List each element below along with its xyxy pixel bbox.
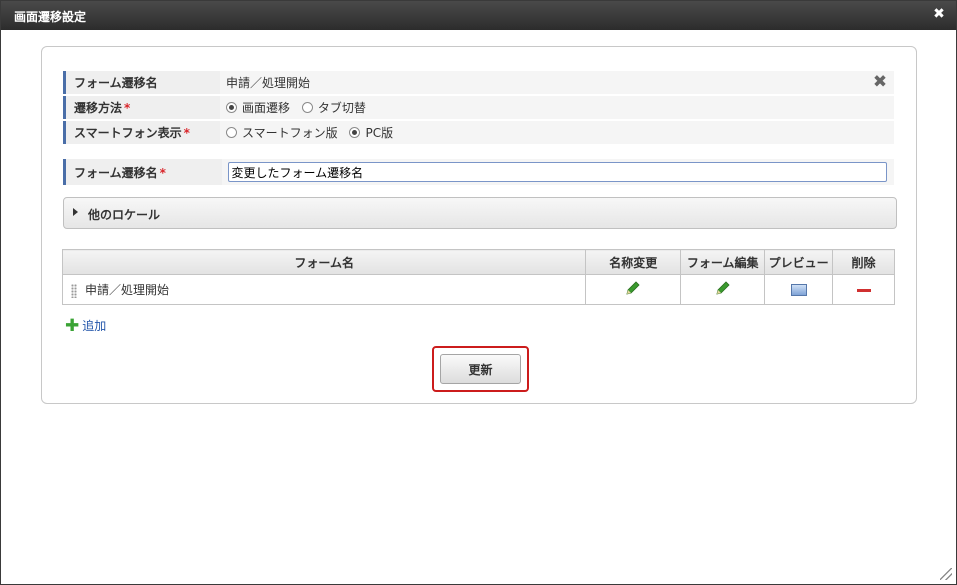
other-locale-toggle[interactable]: 他のロケール <box>63 197 897 229</box>
other-locale-label: 他のロケール <box>88 208 161 222</box>
rename-pencil-icon[interactable] <box>625 280 641 299</box>
transition-settings-dialog: 画面遷移設定 ✖ フォーム遷移名 申請／処理開始 ✖ 遷移方法 * 画面遷移 タブ… <box>0 0 957 585</box>
form-edit-cell <box>680 274 766 305</box>
method-label: 遷移方法 * <box>63 96 220 119</box>
plus-icon: ✚ <box>65 315 80 336</box>
name-field-label: フォーム遷移名 * <box>63 159 222 185</box>
table-row: 申請／処理開始 <box>61 274 895 305</box>
transition-name-row: フォーム遷移名 申請／処理開始 ✖ <box>63 71 894 94</box>
drag-handle-icon[interactable] <box>71 283 77 298</box>
dialog-titlebar: 画面遷移設定 ✖ <box>1 1 956 30</box>
radio-tab-switch[interactable]: タブ切替 <box>301 99 366 116</box>
radio-smartphone-version[interactable]: スマートフォン版 <box>226 124 338 141</box>
dialog-title: 画面遷移設定 <box>14 10 87 24</box>
caret-right-icon <box>73 208 78 216</box>
add-form-link[interactable]: ✚ 追加 <box>65 317 106 334</box>
rename-cell <box>585 274 682 305</box>
delete-minus-icon[interactable] <box>856 288 871 292</box>
preview-icon[interactable] <box>790 284 807 296</box>
radio-selected-icon <box>349 127 361 138</box>
preview-cell <box>764 274 834 305</box>
col-delete: 削除 <box>832 249 895 275</box>
transition-properties: フォーム遷移名 申請／処理開始 ✖ 遷移方法 * 画面遷移 タブ切替 スマートフォ… <box>63 69 894 146</box>
smartphone-label: スマートフォン表示 * <box>63 121 220 144</box>
transition-name-value: 申請／処理開始 <box>226 76 311 90</box>
form-table-header: フォーム名 名称変更 フォーム編集 プレビュー 削除 <box>61 249 895 275</box>
transition-name-label: フォーム遷移名 <box>63 71 220 94</box>
delete-cell <box>832 274 895 305</box>
col-form-edit: フォーム編集 <box>680 249 766 275</box>
form-list-table: フォーム名 名称変更 フォーム編集 プレビュー 削除 申請／処理開始 <box>61 249 895 305</box>
radio-selected-icon <box>226 102 237 113</box>
method-options: 画面遷移 タブ切替 <box>220 96 894 119</box>
radio-unselected-icon <box>301 102 313 113</box>
radio-unselected-icon <box>226 127 237 138</box>
radio-pc-version[interactable]: PC版 <box>349 124 393 141</box>
resize-grip-icon[interactable] <box>940 568 952 580</box>
radio-screen-transition[interactable]: 画面遷移 <box>226 99 290 116</box>
delete-transition-icon[interactable]: ✖ <box>872 74 888 91</box>
settings-panel: フォーム遷移名 申請／処理開始 ✖ 遷移方法 * 画面遷移 タブ切替 スマートフォ… <box>41 46 917 404</box>
required-mark: * <box>159 165 166 180</box>
col-preview: プレビュー <box>764 249 834 275</box>
col-rename: 名称変更 <box>585 249 682 275</box>
smartphone-row: スマートフォン表示 * スマートフォン版 PC版 <box>63 121 894 144</box>
form-name: 申請／処理開始 <box>85 283 170 297</box>
transition-name-value-cell: 申請／処理開始 ✖ <box>220 71 894 94</box>
method-row: 遷移方法 * 画面遷移 タブ切替 <box>63 96 894 119</box>
required-mark: * <box>124 101 131 115</box>
close-icon[interactable]: ✖ <box>932 7 946 21</box>
update-highlight: 更新 <box>432 346 529 392</box>
col-form-name: フォーム名 <box>61 249 587 275</box>
smartphone-options: スマートフォン版 PC版 <box>220 121 894 144</box>
update-button[interactable]: 更新 <box>440 354 521 384</box>
add-label: 追加 <box>82 319 107 333</box>
required-mark: * <box>183 126 190 140</box>
transition-name-input[interactable] <box>227 162 887 182</box>
transition-name-edit: フォーム遷移名 * <box>63 159 894 185</box>
form-name-cell: 申請／処理開始 <box>61 274 587 305</box>
edit-pencil-icon[interactable] <box>715 280 731 299</box>
